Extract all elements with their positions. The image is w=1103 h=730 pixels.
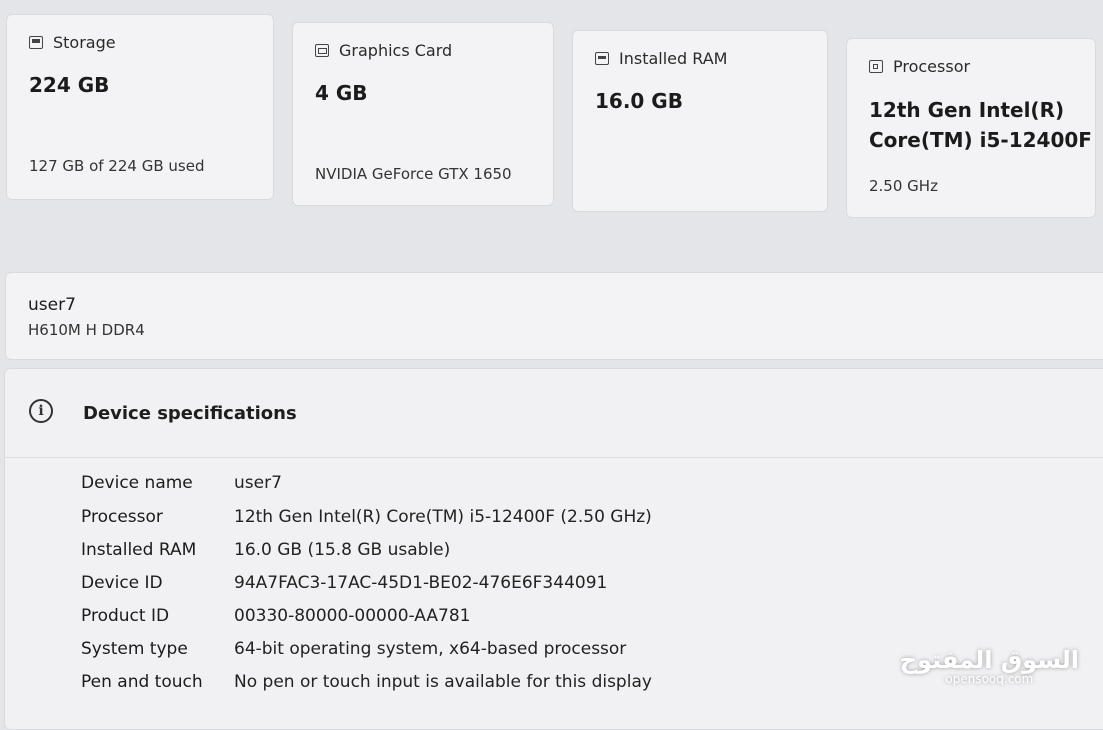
storage-used: 127 GB of 224 GB used [29, 157, 205, 175]
graphics-card-label: Graphics Card [339, 41, 453, 60]
processor-value-line1: 12th Gen Intel(R) [869, 98, 1065, 122]
spec-value: No pen or touch input is available for t… [234, 672, 652, 692]
spec-value: 00330-80000-00000-AA781 [234, 606, 471, 626]
info-icon: i [29, 399, 53, 423]
opensooq-watermark: السوق المفتوح opensooq.com [900, 646, 1079, 686]
device-specifications-header[interactable]: i Device specifications [5, 369, 1103, 458]
spec-label: Pen and touch [81, 672, 203, 692]
spec-label: Processor [81, 507, 163, 527]
spec-label: System type [81, 639, 188, 659]
processor-speed: 2.50 GHz [869, 177, 938, 195]
graphics-card-icon [315, 44, 329, 57]
processor-value-line2: Core(TM) i5-12400F [869, 128, 1092, 152]
graphics-card-header: Graphics Card [315, 41, 452, 60]
processor-header: Processor [869, 57, 970, 76]
processor-icon [869, 60, 883, 73]
graphics-card-value: 4 GB [315, 81, 368, 105]
storage-value: 224 GB [29, 73, 110, 97]
storage-icon [29, 36, 43, 49]
device-name: user7 [28, 295, 76, 315]
spec-value: 16.0 GB (15.8 GB usable) [234, 540, 451, 560]
spec-value: 94A7FAC3-17AC-45D1-BE02-476E6F344091 [234, 573, 608, 593]
storage-card: Storage 224 GB 127 GB of 224 GB used [6, 14, 274, 200]
processor-label: Processor [893, 57, 971, 76]
installed-ram-card: Installed RAM 16.0 GB [572, 30, 828, 212]
spec-label: Device ID [81, 573, 163, 593]
device-rename-bar[interactable]: user7 H610M H DDR4 [5, 272, 1103, 360]
processor-value: 12th Gen Intel(R) Core(TM) i5-12400F [869, 95, 1092, 155]
spec-value: user7 [234, 473, 282, 493]
processor-card: Processor 12th Gen Intel(R) Core(TM) i5-… [846, 38, 1096, 218]
watermark-arabic: السوق المفتوح [899, 646, 1079, 674]
graphics-card-card: Graphics Card 4 GB NVIDIA GeForce GTX 16… [292, 22, 554, 206]
spec-value: 12th Gen Intel(R) Core(TM) i5-12400F (2.… [234, 507, 652, 527]
spec-label: Installed RAM [81, 540, 197, 560]
installed-ram-label: Installed RAM [619, 49, 728, 68]
storage-label: Storage [53, 33, 116, 52]
graphics-card-model: NVIDIA GeForce GTX 1650 [315, 165, 512, 183]
installed-ram-header: Installed RAM [595, 49, 727, 68]
watermark-latin: opensooq.com [945, 672, 1034, 686]
device-specifications-title: Device specifications [83, 403, 297, 424]
ram-icon [595, 52, 609, 65]
spec-value: 64-bit operating system, x64-based proce… [234, 639, 627, 659]
installed-ram-value: 16.0 GB [595, 89, 683, 113]
storage-header: Storage [29, 33, 116, 52]
spec-label: Product ID [81, 606, 170, 626]
device-model: H610M H DDR4 [28, 321, 145, 339]
spec-label: Device name [81, 473, 193, 493]
